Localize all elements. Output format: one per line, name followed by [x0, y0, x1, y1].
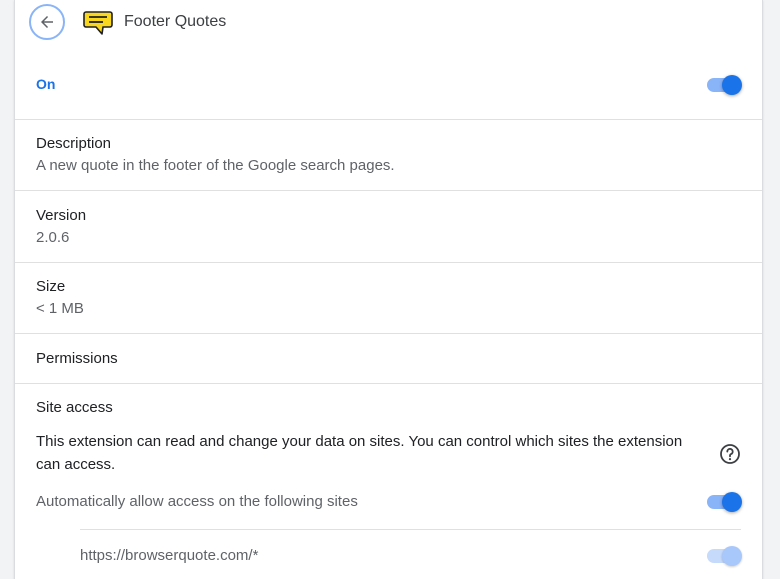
description-label: Description: [36, 135, 112, 152]
enable-row: On: [15, 60, 762, 110]
back-button[interactable]: [29, 4, 65, 40]
extension-name: Footer Quotes: [124, 13, 227, 30]
arrow-back-icon: [41, 16, 53, 28]
enabled-label: On: [36, 76, 56, 92]
extension-enable-toggle[interactable]: [707, 75, 742, 95]
details-header: Footer Quotes: [15, 0, 762, 46]
size-value: < 1 MB: [36, 300, 84, 317]
divider: [15, 383, 762, 384]
version-value: 2.0.6: [36, 229, 70, 246]
permissions-label: Permissions: [36, 350, 118, 367]
divider: [80, 529, 741, 530]
extension-details-card: Footer Quotes On Description A new quote…: [14, 0, 763, 579]
auto-allow-label: Automatically allow access on the follow…: [36, 493, 358, 510]
size-label: Size: [36, 278, 66, 295]
site-access-description: This extension can read and change your …: [36, 433, 683, 473]
auto-allow-toggle[interactable]: [707, 492, 742, 512]
divider: [15, 190, 762, 191]
divider: [15, 262, 762, 263]
version-label: Version: [36, 207, 87, 224]
speech-bubble-icon: [83, 11, 113, 35]
site-access-title: Site access: [36, 399, 113, 416]
divider: [15, 119, 762, 120]
site-access-toggle[interactable]: [707, 546, 742, 566]
site-url: https://browserquote.com/*: [80, 547, 259, 564]
divider: [15, 333, 762, 334]
help-circle-icon[interactable]: [719, 443, 741, 465]
description-value: A new quote in the footer of the Google …: [36, 157, 395, 174]
